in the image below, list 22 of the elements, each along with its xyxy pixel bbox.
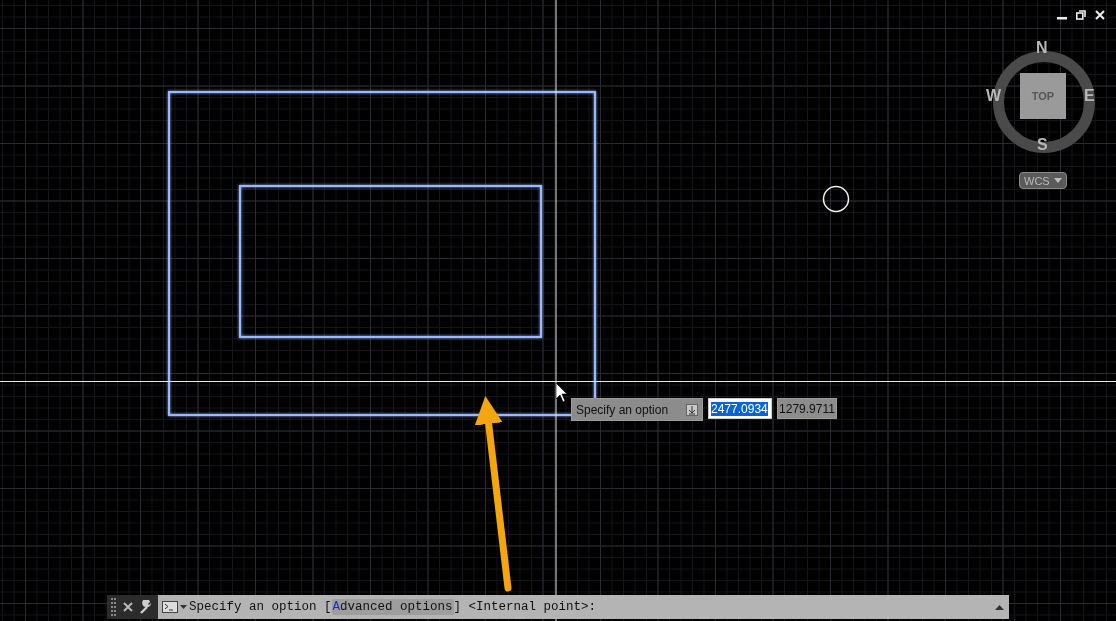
- restore-icon[interactable]: [1076, 10, 1086, 20]
- y-coordinate-field[interactable]: 1279.9711: [777, 398, 837, 419]
- compass-label[interactable]: E: [1084, 88, 1095, 104]
- close-icon[interactable]: [123, 602, 133, 612]
- command-prompt-text: ] <Internal point>:: [453, 600, 597, 614]
- grip-icon[interactable]: [111, 598, 117, 616]
- compass-label[interactable]: W: [986, 88, 1002, 104]
- prompt-tooltip: Specify an option: [571, 398, 703, 421]
- caret-icon[interactable]: [180, 605, 187, 609]
- cursor-icon: [555, 382, 568, 403]
- scroll-up-icon[interactable]: [995, 604, 1004, 610]
- dropdown-icon[interactable]: [686, 403, 698, 416]
- wrench-icon[interactable]: [139, 600, 153, 614]
- command-option-link[interactable]: Advanced options: [331, 599, 454, 615]
- circle: [822, 185, 850, 213]
- coordinate-system-menu[interactable]: WCS: [1019, 172, 1067, 189]
- command-prompt-text: Specify an option [: [189, 600, 332, 614]
- compass-label[interactable]: N: [1036, 40, 1048, 56]
- terminal-icon[interactable]: [162, 601, 178, 613]
- compass-label[interactable]: S: [1037, 137, 1048, 153]
- x-coordinate-field[interactable]: 2477.0934: [708, 398, 772, 419]
- caret-icon[interactable]: [1054, 178, 1062, 183]
